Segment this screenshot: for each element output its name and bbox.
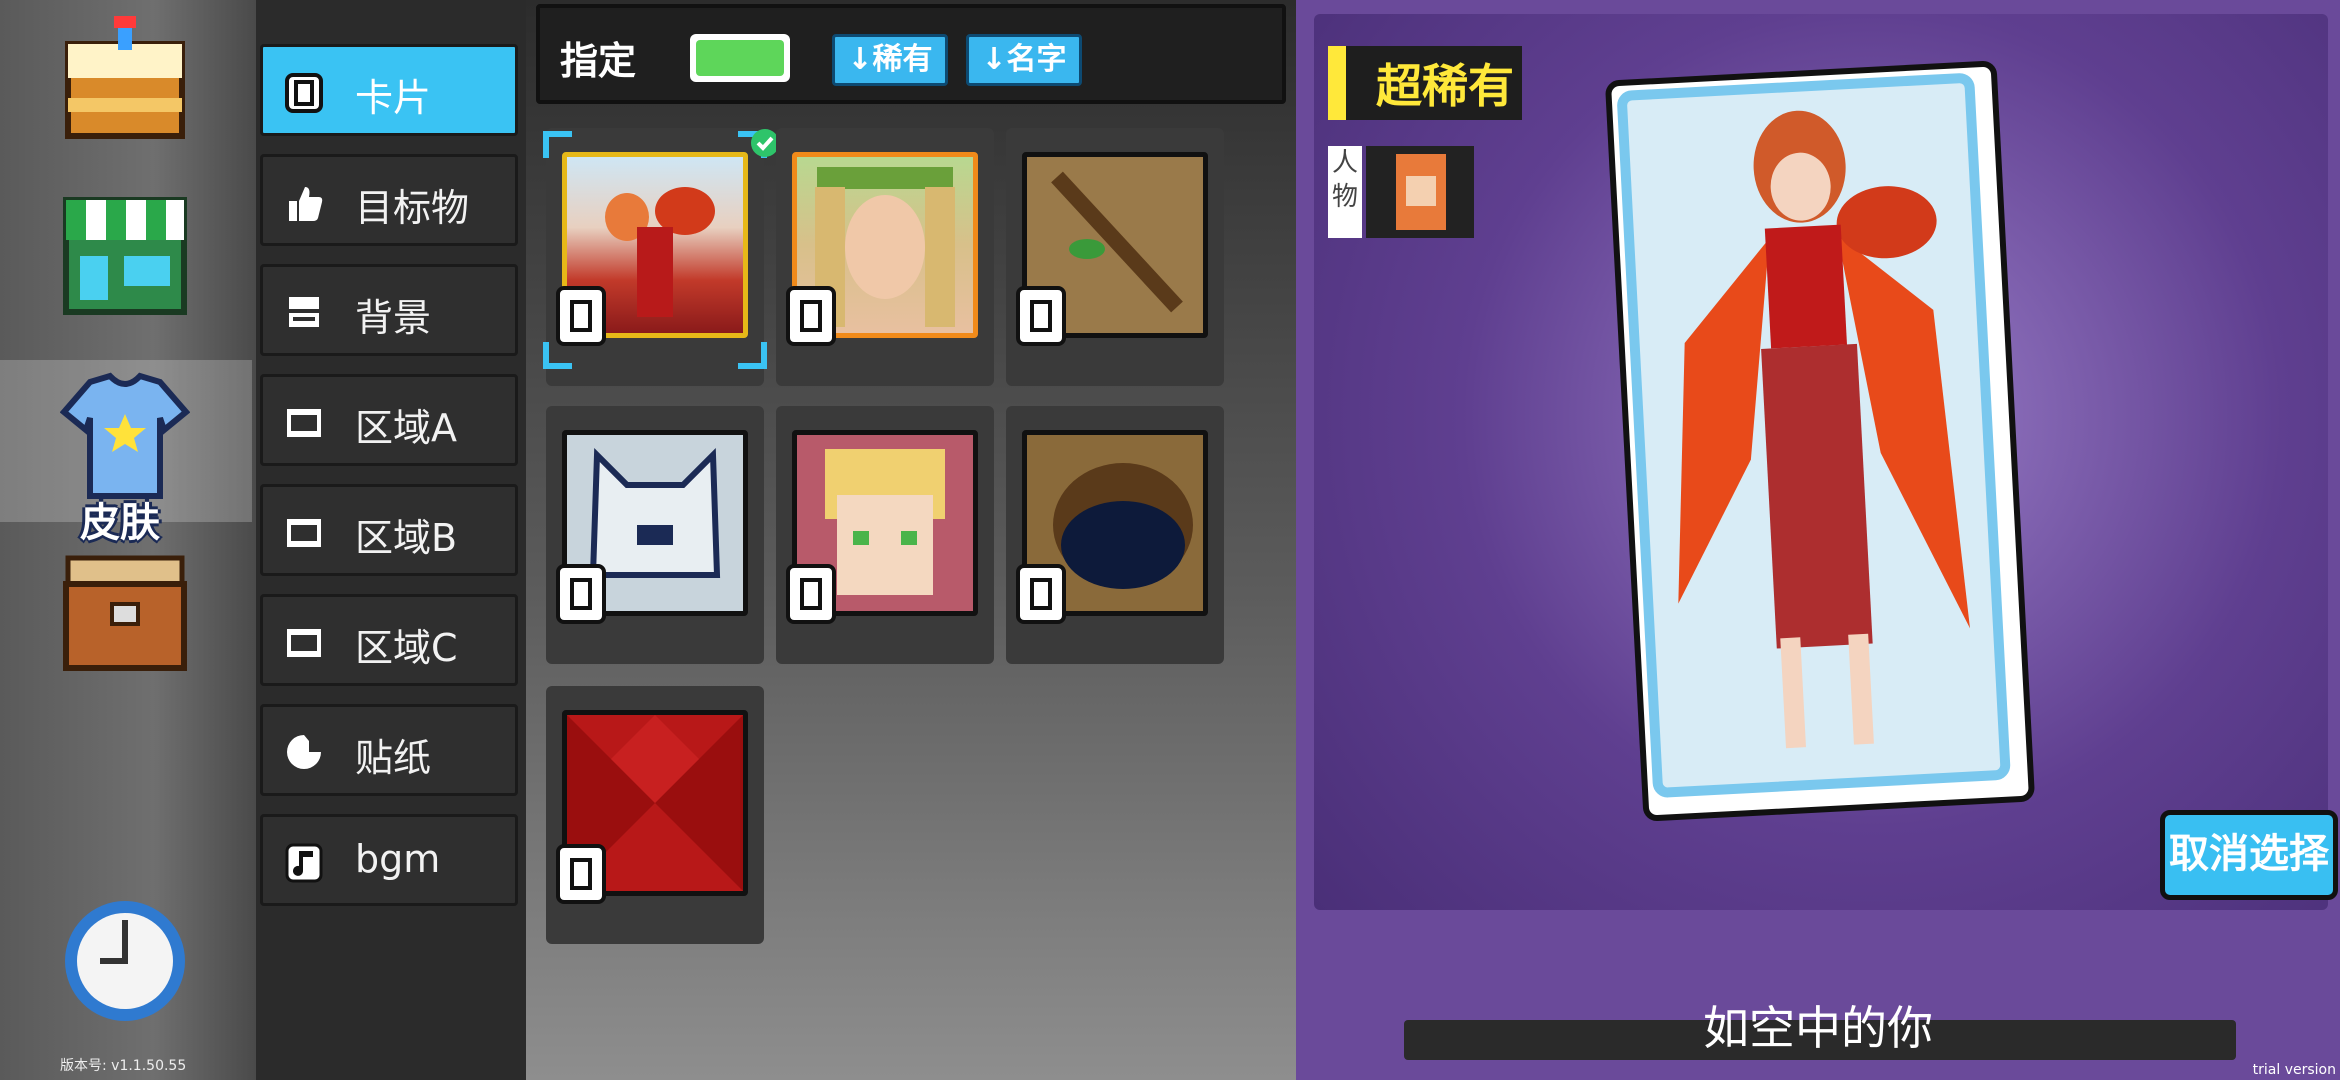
mini-avatar (1366, 146, 1474, 238)
grid-item-wolf[interactable] (546, 406, 764, 664)
film-icon (287, 409, 321, 437)
card-type-badge (786, 564, 836, 624)
tab-area-c[interactable]: 区域C (260, 594, 518, 686)
card-preview-image (1604, 60, 2036, 822)
tab-card[interactable]: 卡片 (260, 44, 518, 136)
sort-name-button[interactable]: ↓名字 (966, 34, 1082, 86)
tab-label: bgm (355, 837, 441, 881)
card-type-badge (786, 286, 836, 346)
card-icon (285, 73, 323, 113)
sort-rarity-button[interactable]: ↓稀有 (832, 34, 948, 86)
grid-item-blonde[interactable] (776, 406, 994, 664)
cancel-selection-button[interactable]: 取消选择 (2160, 810, 2338, 900)
tab-area-b[interactable]: 区域B (260, 484, 518, 576)
card-type-badge (556, 286, 606, 346)
card-type-badge (556, 564, 606, 624)
grid-item-phoenix[interactable] (543, 128, 779, 386)
tab-sticker[interactable]: 贴纸 (260, 704, 518, 796)
tab-area-a[interactable]: 区域A (260, 374, 518, 466)
card-type-badge (556, 844, 606, 904)
preview-box: 超稀有 人物 取消选择 (1314, 14, 2338, 910)
sticker-icon (287, 735, 321, 769)
grid-item-red-tile[interactable] (546, 686, 764, 944)
item-grid-area: 指定 ↓稀有 ↓名字 (526, 0, 1296, 1080)
shop-icon[interactable] (60, 190, 190, 320)
tab-label: 目标物 (355, 186, 470, 230)
tab-label: 区域C (355, 626, 458, 670)
type-tag: 人物 (1328, 146, 1362, 238)
grid-item-pit[interactable] (1006, 406, 1224, 664)
tab-label: 卡片 (355, 76, 432, 120)
tab-label: 背景 (355, 296, 432, 340)
clock-icon[interactable] (60, 896, 190, 1026)
layers-icon (289, 297, 319, 327)
film-icon (287, 629, 321, 657)
bag-icon[interactable] (60, 544, 190, 674)
grid-item-stick[interactable] (1006, 128, 1224, 386)
filter-toggle[interactable] (690, 34, 790, 82)
card-type-badge (1016, 564, 1066, 624)
trial-version-text: trial version (2252, 1062, 2336, 1078)
card-type-badge (1016, 286, 1066, 346)
version-text: 版本号: v1.1.50.55 (60, 1058, 187, 1074)
thumb-icon (289, 187, 323, 221)
tab-label: 区域B (355, 516, 458, 560)
rarity-label: 超稀有 (1328, 46, 1522, 120)
card-title: 如空中的你 (1703, 1001, 1933, 1055)
filter-label: 指定 (560, 39, 637, 83)
category-list: 卡片 目标物 背景 区域A 区域B 区域C 贴纸 bgm (256, 0, 526, 1080)
side-dock: 皮肤 版本号: v1.1.50.55 (0, 0, 262, 1080)
cake-icon[interactable] (60, 14, 190, 144)
skin-label: 皮肤 (80, 500, 160, 546)
film-icon (287, 519, 321, 547)
tab-label: 贴纸 (355, 736, 432, 780)
tab-bgm[interactable]: bgm (260, 814, 518, 906)
shirt-icon[interactable] (59, 372, 191, 502)
toolbar: 指定 ↓稀有 ↓名字 (536, 4, 1286, 104)
tab-target[interactable]: 目标物 (260, 154, 518, 246)
tab-label: 区域A (355, 406, 457, 450)
preview-panel: 超稀有 人物 取消选择 如空中的你 trial version (1296, 0, 2340, 1080)
grid-item-laurel[interactable] (776, 128, 994, 386)
tab-background[interactable]: 背景 (260, 264, 518, 356)
music-icon (285, 843, 323, 883)
